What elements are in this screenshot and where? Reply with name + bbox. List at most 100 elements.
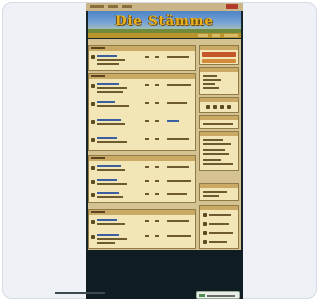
top-menu-bar (86, 3, 243, 11)
account-button[interactable] (226, 4, 238, 9)
forum-description (97, 63, 119, 65)
sidebar-box (199, 67, 239, 95)
forum-description (97, 59, 125, 61)
header-banner: Die Stämme (88, 11, 241, 33)
status-badge-text (207, 295, 235, 297)
post-count (155, 235, 159, 237)
forum-link[interactable] (97, 55, 117, 57)
post-count (155, 166, 159, 168)
forum-link[interactable] (97, 137, 117, 139)
sidebar-box-header (200, 46, 238, 50)
last-post[interactable] (167, 56, 189, 58)
avatar (203, 231, 207, 235)
sidebar-link[interactable] (203, 87, 219, 89)
sidebar-box (199, 45, 239, 65)
topic-count (145, 56, 149, 58)
forum-icon (91, 84, 95, 88)
sidebar-link[interactable] (209, 241, 227, 243)
forum-link[interactable] (97, 192, 119, 194)
sidebar-link[interactable] (209, 223, 229, 225)
forum-section-header (89, 156, 195, 161)
sidebar-link[interactable] (203, 149, 225, 151)
sidebar-box (199, 131, 239, 171)
sidebar-box (199, 115, 239, 129)
top-menu-link[interactable] (90, 5, 104, 8)
sidebar-icon[interactable] (206, 105, 210, 109)
forum-link[interactable] (97, 119, 121, 121)
forum-icon (91, 102, 95, 106)
forum-link[interactable] (97, 179, 117, 181)
sidebar-link[interactable] (203, 83, 215, 85)
last-post[interactable] (167, 120, 179, 122)
topic-count (145, 235, 149, 237)
status-badge-icon (199, 294, 205, 297)
forum-description (97, 123, 125, 125)
last-post[interactable] (167, 235, 191, 237)
forum-description (97, 141, 127, 143)
sidebar-text (203, 195, 219, 197)
sidebar-box-header (200, 116, 238, 120)
topic-count (145, 180, 149, 182)
sidebar-box (199, 183, 239, 201)
sidebar-icon[interactable] (213, 105, 217, 109)
forum-icon (91, 138, 95, 142)
sidebar-link[interactable] (209, 214, 231, 216)
forum-icon (91, 166, 95, 170)
main-navigation-bar (88, 33, 241, 38)
forum-description (97, 183, 127, 185)
forum-icon (91, 235, 95, 239)
forum-description (97, 196, 123, 198)
last-post[interactable] (167, 180, 191, 182)
sidebar-text (203, 123, 233, 125)
forum-description (97, 87, 127, 89)
sidebar-icon[interactable] (227, 105, 231, 109)
forum-action-button[interactable] (202, 59, 236, 63)
forum-description (97, 169, 125, 171)
forum-description (97, 238, 127, 240)
forum-icon (91, 55, 95, 59)
sidebar-link[interactable] (203, 79, 221, 81)
forum-link[interactable] (97, 219, 117, 221)
sidebar-box-header (200, 132, 238, 136)
topic-count (145, 193, 149, 195)
sidebar-link[interactable] (203, 139, 223, 141)
last-post[interactable] (167, 166, 189, 168)
sidebar-link[interactable] (203, 159, 221, 161)
new-topic-button[interactable] (202, 52, 236, 57)
footer-link[interactable] (55, 292, 105, 294)
forum-description (97, 105, 129, 107)
sidebar-link[interactable] (203, 75, 217, 77)
forum-description (97, 91, 123, 93)
forum-section-header (89, 74, 195, 79)
forum-section-header (89, 210, 195, 215)
last-post[interactable] (167, 102, 187, 104)
status-badge[interactable] (196, 291, 240, 299)
post-count (155, 220, 159, 222)
last-post[interactable] (167, 193, 187, 195)
forum-link[interactable] (97, 83, 119, 85)
sidebar-icon[interactable] (220, 105, 224, 109)
post-count (155, 120, 159, 122)
nav-link[interactable] (224, 34, 238, 37)
forum-section (88, 45, 196, 71)
sidebar-box-header (200, 98, 238, 102)
sidebar-link[interactable] (209, 232, 233, 234)
forum-description (97, 223, 125, 225)
nav-link[interactable] (212, 34, 220, 37)
last-post[interactable] (167, 220, 189, 222)
top-menu-link[interactable] (122, 5, 132, 8)
topic-count (145, 84, 149, 86)
forum-section (88, 209, 196, 249)
top-menu-link[interactable] (108, 5, 118, 8)
last-post[interactable] (167, 84, 191, 86)
sidebar-box (199, 97, 239, 113)
last-post[interactable] (167, 138, 189, 140)
forum-link[interactable] (97, 234, 119, 236)
forum-link[interactable] (97, 101, 115, 103)
post-count (155, 193, 159, 195)
nav-link[interactable] (198, 34, 208, 37)
sidebar-text (203, 153, 229, 155)
forum-icon (91, 220, 95, 224)
sidebar-box-header (200, 68, 238, 72)
forum-link[interactable] (97, 165, 121, 167)
